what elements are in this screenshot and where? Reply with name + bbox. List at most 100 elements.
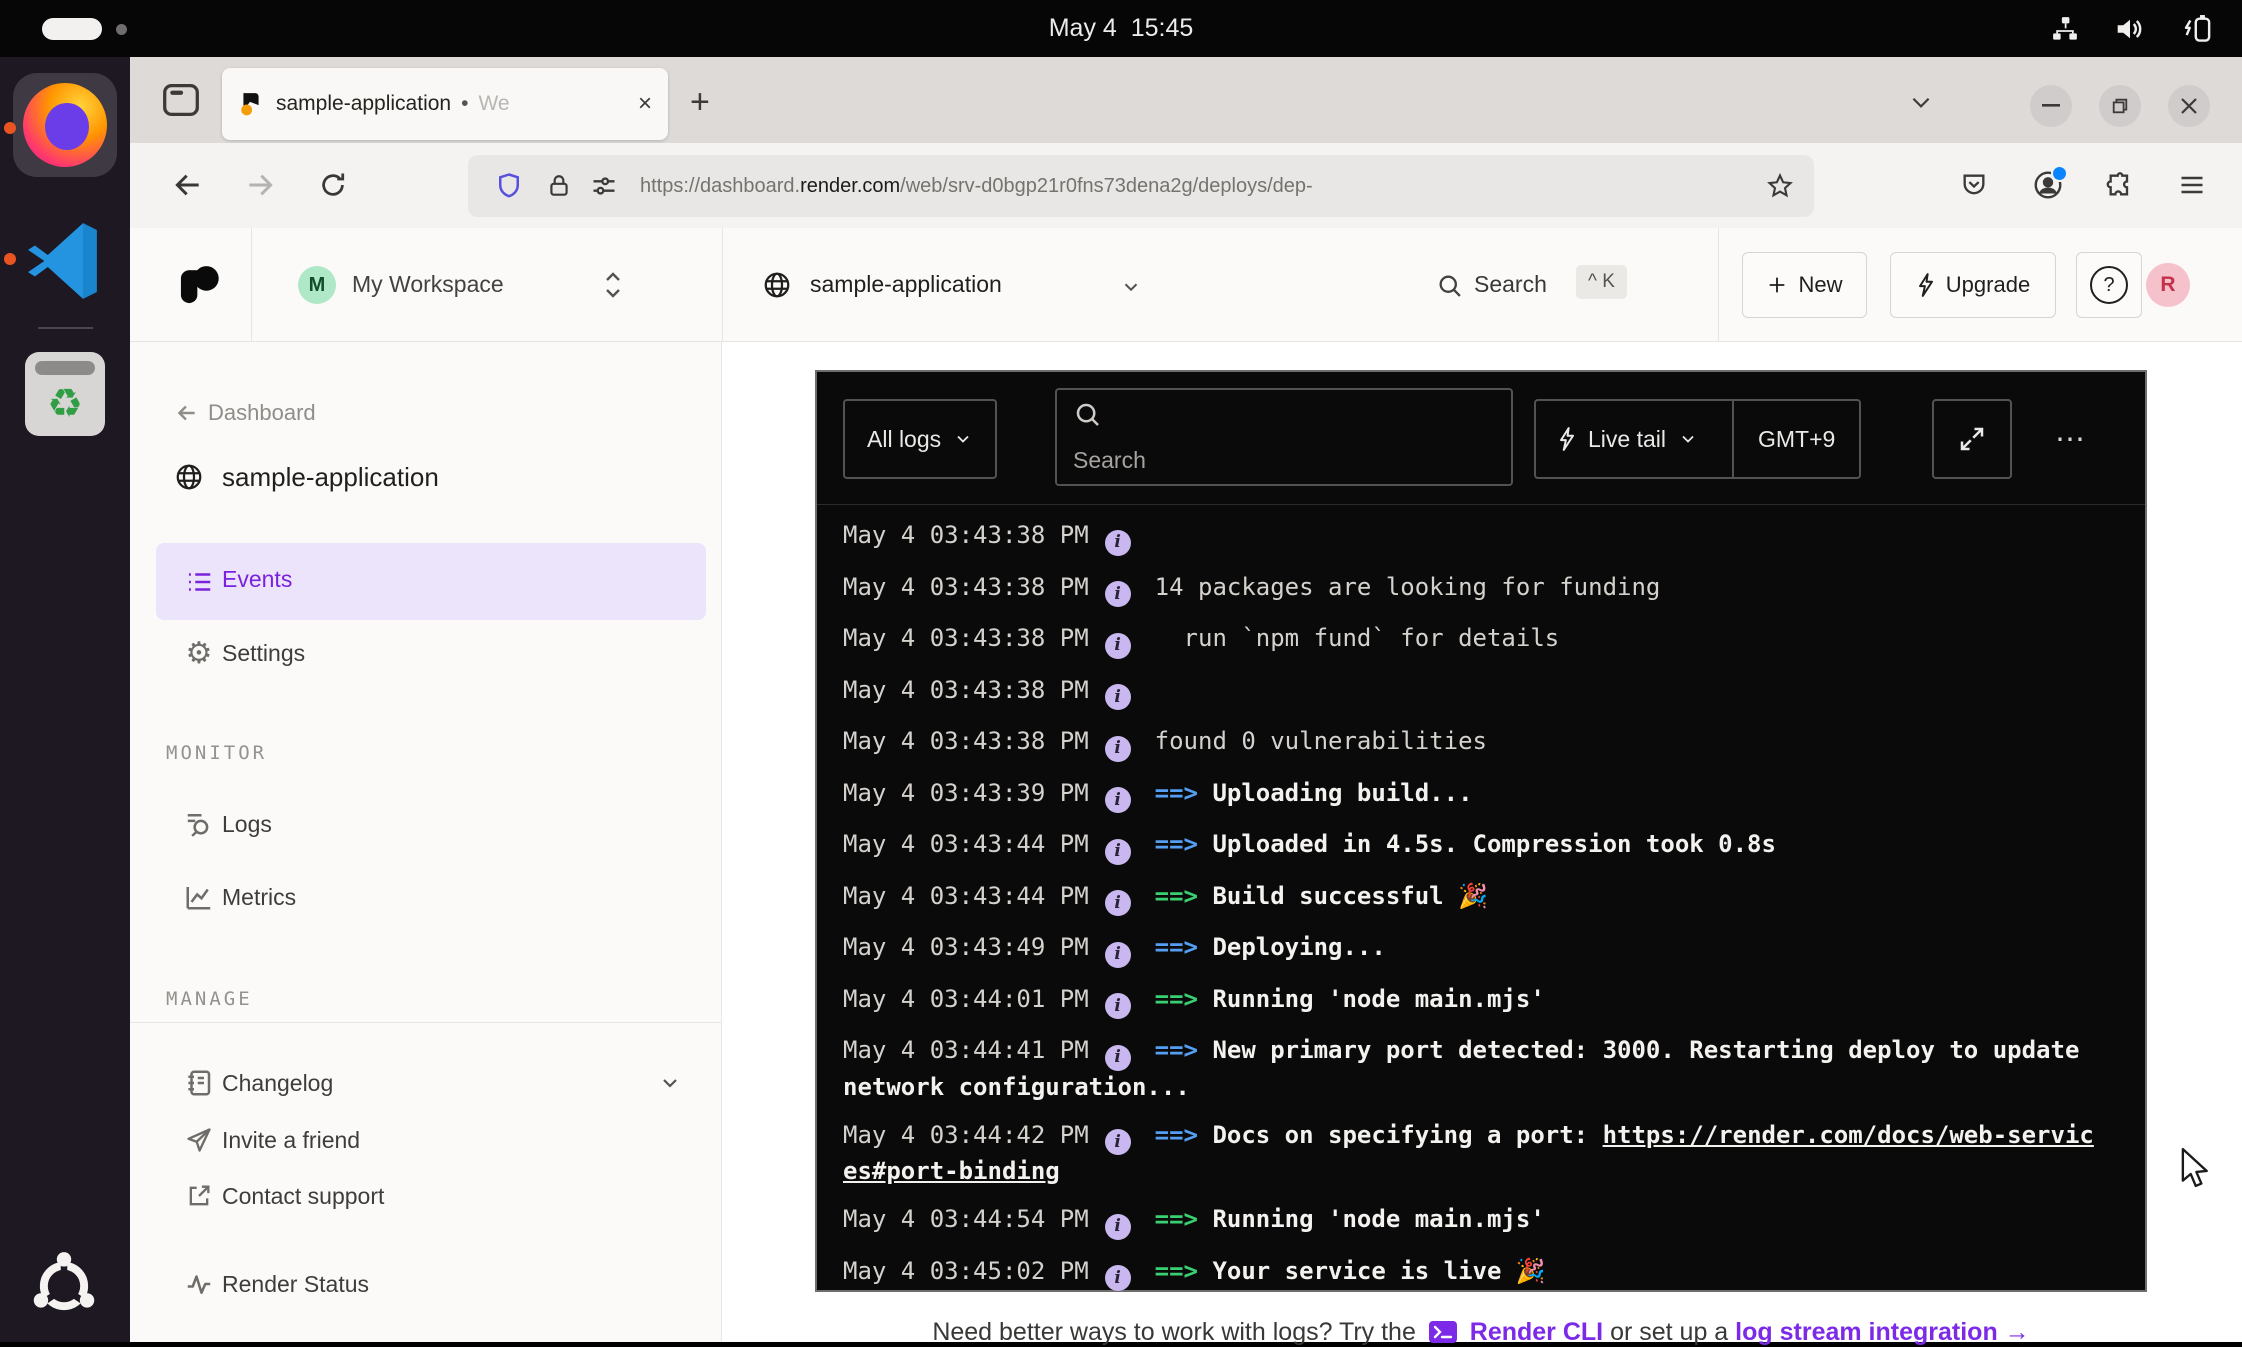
changelog-chevron-icon[interactable] (658, 1071, 682, 1095)
extensions-icon[interactable] (2098, 163, 2142, 207)
reload-icon[interactable] (311, 163, 355, 207)
firefox-view-icon[interactable] (158, 77, 204, 123)
sidebar-service-title: sample-application (130, 453, 722, 501)
bookmark-star-icon[interactable] (1766, 172, 1794, 200)
service-selector[interactable]: sample-application (810, 271, 1002, 298)
browser-window: sample-application • We × + https://dash… (130, 57, 2242, 1342)
cli-icon (1429, 1321, 1457, 1343)
log-timestamp: May 4 03:45:02 PM (843, 1257, 1089, 1285)
browser-tab[interactable]: sample-application • We × (222, 68, 668, 140)
firefox-running-dot (4, 122, 16, 134)
new-button[interactable]: New (1742, 252, 1867, 318)
tab-list-chevron-icon[interactable] (1908, 89, 1934, 115)
vscode-dock-item[interactable] (22, 218, 108, 304)
chevron-down-icon (1678, 429, 1698, 449)
log-message: Running 'node main.mjs' (1212, 1205, 1544, 1233)
sidebar-item-changelog[interactable]: Changelog (130, 1059, 722, 1107)
lock-icon[interactable] (546, 173, 572, 199)
log-timestamp: May 4 03:43:38 PM (843, 573, 1089, 601)
recycle-icon: ♻ (25, 378, 105, 430)
network-icon[interactable] (2050, 14, 2080, 44)
menu-icon[interactable] (2170, 163, 2214, 207)
account-icon[interactable] (2026, 163, 2070, 207)
battery-icon[interactable] (2180, 13, 2214, 45)
more-options-button[interactable]: ⋯ (2055, 422, 2087, 457)
log-prefix: ==> (1155, 985, 1213, 1013)
expand-logs-button[interactable] (1932, 399, 2012, 479)
log-search-input[interactable]: Search (1055, 388, 1513, 486)
sidebar-item-render-status[interactable]: Render Status (130, 1260, 722, 1308)
back-to-dashboard[interactable]: Dashboard (130, 389, 722, 437)
info-icon: i (1105, 736, 1131, 762)
log-prefix: ==> (1155, 1257, 1213, 1285)
log-prefix: ==> (1155, 830, 1213, 858)
log-prefix: ==> (1155, 1121, 1213, 1149)
info-icon: i (1105, 1265, 1131, 1291)
new-tab-button[interactable]: + (690, 83, 710, 122)
log-row: May 4 03:43:38 PM i (843, 519, 2105, 556)
logs-footer-note: Need better ways to work with logs? Try … (815, 1318, 2147, 1347)
pocket-icon[interactable] (1952, 163, 1996, 207)
restore-button[interactable] (2099, 85, 2141, 127)
sidebar-item-support[interactable]: Contact support (130, 1172, 722, 1220)
nav-divider (722, 228, 723, 341)
log-message: Running 'node main.mjs' (1212, 985, 1544, 1013)
nav-divider (251, 228, 252, 341)
workspace-name[interactable]: My Workspace (352, 271, 504, 298)
url-bar[interactable]: https://dashboard.render.com/web/srv-d0b… (468, 155, 1814, 217)
log-row: May 4 03:43:38 PMi (843, 674, 2105, 711)
log-timestamp: May 4 03:43:38 PM (843, 521, 1089, 549)
ubuntu-logo-icon[interactable] (28, 1250, 100, 1322)
log-prefix: ==> (1155, 882, 1213, 910)
sidebar-item-settings[interactable]: ⚙ Settings (130, 629, 722, 677)
upgrade-button[interactable]: Upgrade (1890, 252, 2056, 318)
tab-bar: sample-application • We × + (130, 57, 2242, 143)
info-icon: i (1105, 839, 1131, 865)
tab-close-icon[interactable]: × (638, 90, 652, 118)
log-timestamp: May 4 03:43:44 PM (843, 830, 1089, 858)
firefox-dock-item[interactable] (13, 73, 117, 177)
log-message: 14 packages are looking for funding (1155, 573, 1661, 601)
log-toolbar: All logs Search Live tail (817, 372, 2145, 505)
sidebar-item-logs[interactable]: Logs (130, 800, 722, 848)
workspace-switcher-icon[interactable] (602, 266, 624, 304)
log-timestamp: May 4 03:43:38 PM (843, 727, 1089, 755)
volume-icon[interactable] (2114, 14, 2146, 44)
log-row: May 4 03:43:39 PMi==> Uploading build... (843, 777, 2105, 814)
external-link-icon (184, 1182, 214, 1210)
help-button[interactable]: ? (2076, 252, 2142, 318)
tracking-shield-icon[interactable] (494, 171, 524, 201)
sidebar-item-metrics[interactable]: Metrics (130, 873, 722, 921)
log-row: May 4 03:43:38 PM i found 0 vulnerabilitie… (843, 725, 2105, 762)
sidebar-item-events[interactable]: Events (156, 543, 706, 620)
close-button[interactable] (2168, 85, 2210, 127)
render-logo-icon[interactable] (176, 262, 222, 308)
system-clock[interactable]: May 4 15:45 (0, 0, 2242, 57)
trash-dock-item[interactable]: ♻ (25, 352, 105, 436)
log-message: Build successful 🎉 (1212, 882, 1488, 910)
log-timestamp: May 4 03:43:49 PM (843, 933, 1089, 961)
log-row: May 4 03:44:41 PMi==> New primary port d… (843, 1034, 2105, 1104)
log-message: found 0 vulnerabilities (1155, 727, 1487, 755)
user-avatar[interactable]: R (2146, 263, 2190, 307)
mouse-cursor (2178, 1146, 2216, 1190)
workspace-avatar[interactable]: M (298, 266, 336, 304)
permissions-icon[interactable] (590, 172, 618, 200)
service-chevron-icon[interactable] (1120, 276, 1142, 298)
log-message: Docs on specifying a port: (1212, 1121, 1602, 1149)
forward-icon[interactable] (238, 163, 282, 207)
search-icon[interactable] (1436, 272, 1464, 300)
live-tail-button[interactable]: Live tail (1536, 426, 1720, 453)
search-button[interactable]: Search (1474, 271, 1547, 298)
minimize-button[interactable] (2030, 85, 2072, 127)
expand-icon (1957, 424, 1987, 454)
sidebar-item-invite[interactable]: Invite a friend (130, 1116, 722, 1164)
info-icon: i (1105, 530, 1131, 556)
monitor-section-header: MONITOR (166, 742, 267, 764)
log-filter-button[interactable]: All logs (843, 399, 997, 479)
log-timestamp: May 4 03:44:41 PM (843, 1036, 1089, 1064)
log-message: Uploaded in 4.5s. Compression took 0.8s (1212, 830, 1776, 858)
nav-divider (1718, 228, 1719, 341)
back-icon[interactable] (166, 163, 210, 207)
timezone-button[interactable]: GMT+9 (1732, 401, 1859, 477)
